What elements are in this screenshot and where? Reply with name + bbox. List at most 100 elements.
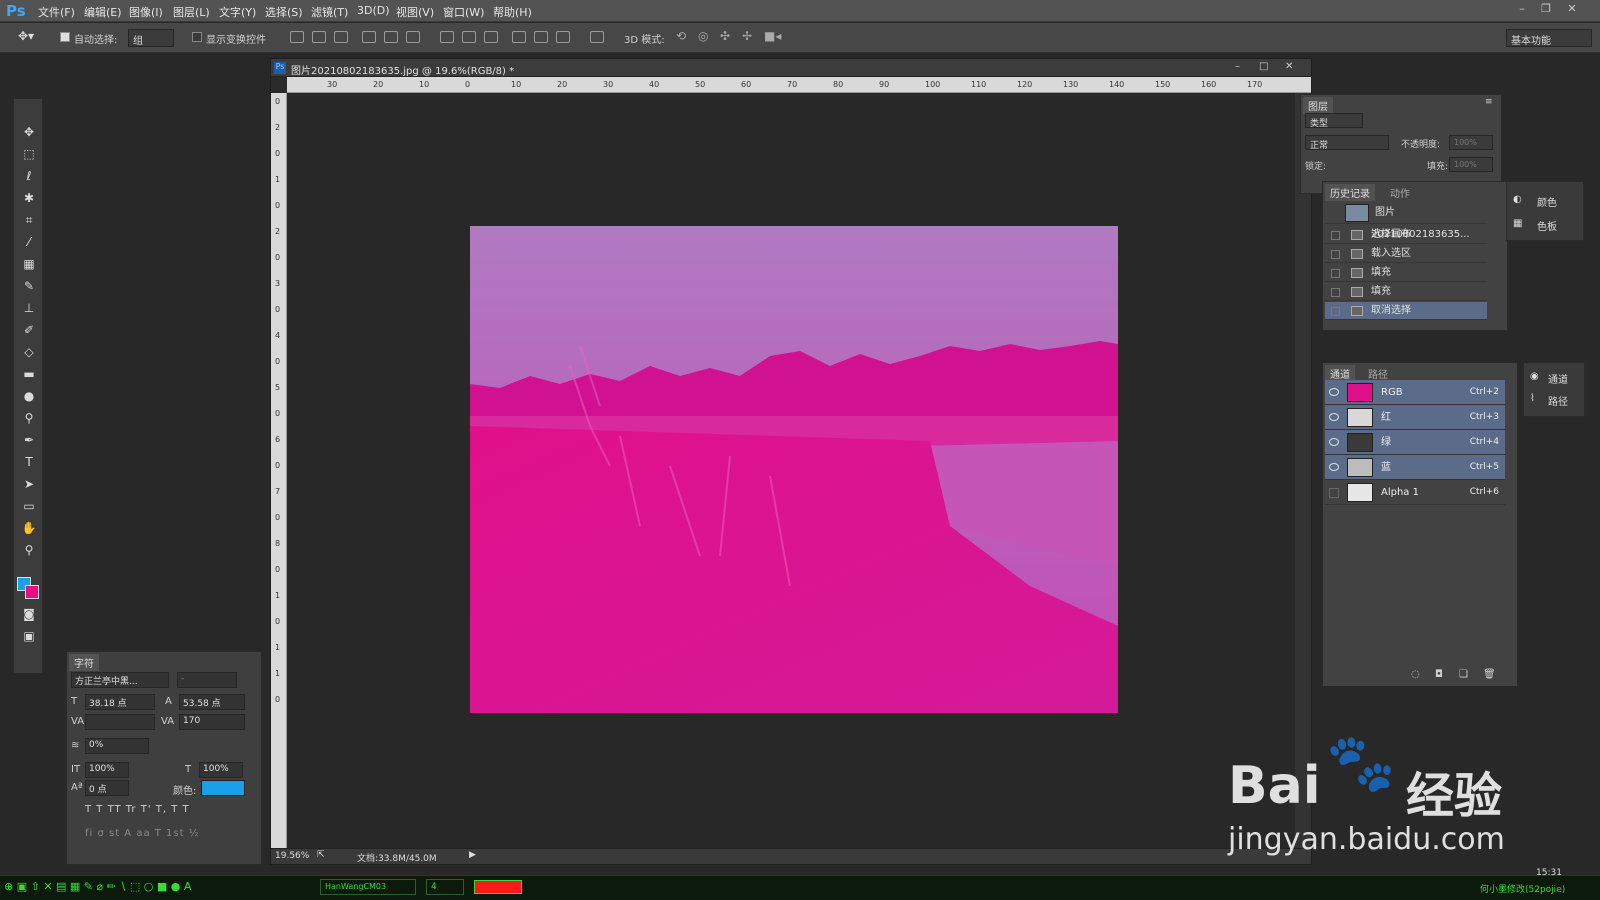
auto-select-checkbox[interactable] [60,32,70,42]
taskbar-font-box[interactable]: HanWangCM03 [320,879,416,895]
menu-image[interactable]: 图像(I) [129,4,163,20]
color-panel-label[interactable]: 颜色 [1537,194,1557,209]
visibility-eye-icon[interactable] [1329,413,1339,421]
tab-history[interactable]: 历史记录 [1325,184,1375,201]
align-hcenter-icon[interactable] [384,31,398,43]
visibility-eye-icon[interactable] [1329,388,1339,396]
marquee-tool-icon[interactable]: ⬚ [19,145,39,163]
brush-tool-icon[interactable]: ✎ [19,277,39,295]
taskbar-size-box[interactable]: 4 [426,879,464,895]
doc-minimize-icon[interactable]: – [1235,61,1240,72]
eraser-tool-icon[interactable]: ◇ [19,343,39,361]
history-brush-icon[interactable]: ✐ [19,321,39,339]
channel-row[interactable]: 红 Ctrl+3 [1325,405,1505,430]
color-panel-icon[interactable]: ◐ [1513,194,1522,205]
layer-kind-filter[interactable]: 类型 [1305,113,1363,129]
history-item-selected[interactable]: 取消选择 [1325,302,1487,320]
background-color-swatch[interactable] [25,585,39,599]
export-icon[interactable]: ⇱ [317,850,325,860]
minimize-icon[interactable]: – [1512,2,1532,18]
workspace-dropdown[interactable]: 基本功能 [1506,29,1592,47]
eyedropper-tool-icon[interactable]: ⁄ [19,233,39,251]
delete-channel-icon[interactable]: 🗑 [1483,669,1496,680]
stamp-tool-icon[interactable]: ⊥ [19,299,39,317]
close-icon[interactable]: ✕ [1562,2,1582,18]
history-item[interactable]: 载入选区 [1325,245,1487,263]
align-right-icon[interactable] [406,31,420,43]
menu-window[interactable]: 窗口(W) [443,4,484,20]
tsume-field[interactable]: 0% [85,738,149,754]
swatches-panel-icon[interactable]: ▦ [1513,218,1522,229]
doc-maximize-icon[interactable]: □ [1259,61,1268,72]
healing-brush-icon[interactable]: ▦ [19,255,39,273]
3d-slide-icon[interactable]: ✢ [742,29,752,43]
hand-tool-icon[interactable]: ✋ [19,519,39,537]
3d-scale-icon[interactable]: ■◂ [764,29,781,43]
channels-panel-icon[interactable]: ◉ [1530,371,1539,382]
history-item[interactable]: 选择画布 [1325,226,1487,244]
menu-filter[interactable]: 滤镜(T) [311,4,348,20]
vertical-scale-field[interactable]: 100% [85,762,129,778]
align-bottom-icon[interactable] [334,31,348,43]
menu-select[interactable]: 选择(S) [265,4,303,20]
fill-field[interactable]: 100% [1449,157,1493,172]
tracking-field[interactable]: 170 [179,714,245,730]
horizontal-ruler[interactable]: 30 20 10 0 10 20 30 40 50 60 70 80 90 100 110 120 130 140… [287,77,1311,93]
blur-tool-icon[interactable]: ● [19,387,39,405]
menu-help[interactable]: 帮助(H) [493,4,532,20]
font-family-dropdown[interactable]: 方正兰亭中黑... [71,672,169,688]
font-size-field[interactable]: 38.18 点 [85,694,155,710]
opentype-buttons[interactable]: fi σ st A aa T 1st ½ [85,828,199,839]
magic-wand-icon[interactable]: ✱ [19,189,39,207]
kerning-field[interactable] [85,714,155,730]
restore-icon[interactable]: ❐ [1536,2,1556,18]
channels-panel-label[interactable]: 通道 [1548,371,1568,386]
type-tool-icon[interactable]: T [19,453,39,471]
leading-field[interactable]: 53.58 点 [179,694,245,710]
taskbar-color-box[interactable] [474,880,522,894]
align-top-icon[interactable] [290,31,304,43]
history-item[interactable]: 填充 [1325,283,1487,301]
channel-row[interactable]: 蓝 Ctrl+5 [1325,455,1505,480]
horizontal-scale-field[interactable]: 100% [199,762,243,778]
menu-edit[interactable]: 编辑(E) [84,4,122,20]
visibility-eye-icon[interactable] [1329,438,1339,446]
crop-tool-icon[interactable]: ⌗ [19,211,39,229]
menu-layer[interactable]: 图层(L) [173,4,210,20]
blend-mode-dropdown[interactable]: 正常 [1305,135,1389,151]
align-left-icon[interactable] [362,31,376,43]
distribute-hcenter-icon[interactable] [534,31,548,43]
doc-close-icon[interactable]: ✕ [1285,61,1293,72]
status-menu-arrow-icon[interactable]: ▶ [469,850,476,860]
3d-roll-icon[interactable]: ◎ [698,29,708,43]
tab-actions[interactable]: 动作 [1385,184,1415,201]
distribute-bottom-icon[interactable] [484,31,498,43]
move-tool-preset-icon[interactable]: ✥▾ [18,29,34,43]
taskbar-tool-icons[interactable]: ⊕ ▣ ⇧ ✕ ▤ ▦ ✎ ⌀ ✏ ∖ ⬚ ○ ■ ● A [4,880,191,893]
distribute-vcenter-icon[interactable] [462,31,476,43]
paths-panel-label[interactable]: 路径 [1548,393,1568,408]
history-snapshot[interactable]: 图片20210802183635... [1325,202,1487,240]
baseline-shift-field[interactable]: 0 点 [85,780,129,796]
text-color-swatch[interactable] [201,780,245,796]
screen-mode-icon[interactable]: ▣ [19,627,39,645]
align-vcenter-icon[interactable] [312,31,326,43]
move-tool-icon[interactable]: ✥ [19,123,39,141]
text-style-buttons[interactable]: T T TT Tr T' T, T T [85,804,190,815]
pen-tool-icon[interactable]: ✒ [19,431,39,449]
zoom-tool-icon[interactable]: ⚲ [19,541,39,559]
paths-panel-icon[interactable]: ⌇ [1530,393,1535,404]
save-selection-icon[interactable]: ◘ [1435,669,1443,680]
channel-row[interactable]: 绿 Ctrl+4 [1325,430,1505,455]
3d-pan-icon[interactable]: ✣ [720,29,730,43]
path-select-icon[interactable]: ➤ [19,475,39,493]
zoom-level[interactable]: 19.56% [275,851,309,861]
distribute-right-icon[interactable] [556,31,570,43]
font-style-dropdown[interactable]: - [177,672,237,688]
auto-align-icon[interactable] [590,31,604,43]
new-channel-icon[interactable]: ❏ [1459,669,1468,680]
panel-menu-icon[interactable]: ≡ [1485,97,1493,107]
history-item[interactable]: 填充 [1325,264,1487,282]
tab-character[interactable]: 字符 [69,654,99,671]
swatches-panel-label[interactable]: 色板 [1537,218,1557,233]
